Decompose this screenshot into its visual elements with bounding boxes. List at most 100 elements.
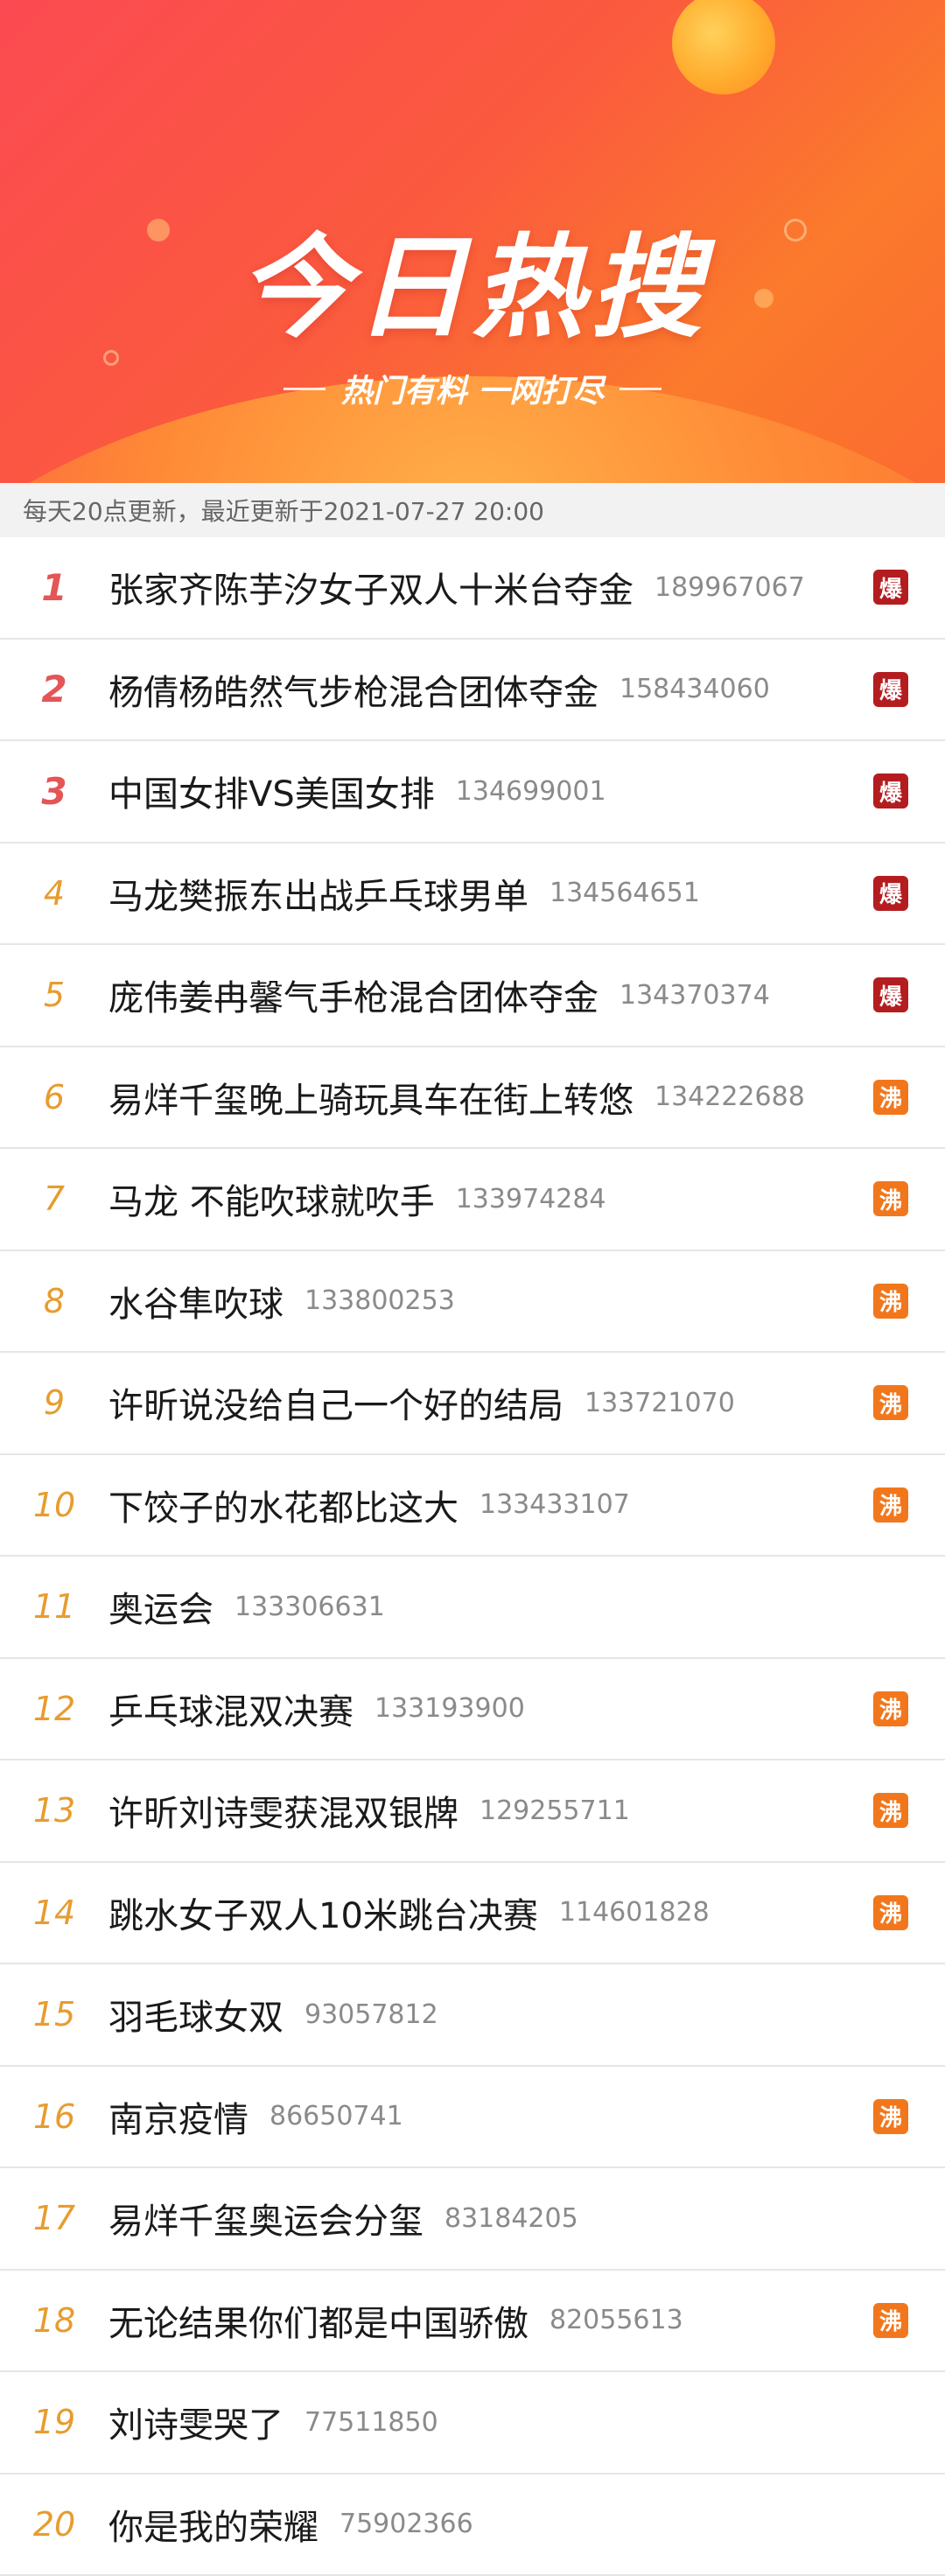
topic-title[interactable]: 下饺子的水花都比这大 bbox=[108, 1480, 458, 1530]
hot-search-row[interactable]: 4马龙樊振东出战乒乓球男单134564651爆 bbox=[0, 844, 945, 946]
heat-count: 83184205 bbox=[444, 2203, 578, 2234]
hot-search-row[interactable]: 13许昕刘诗雯获混双银牌 129255711 沸 bbox=[0, 1760, 945, 1863]
topic-title[interactable]: 刘诗雯哭了 bbox=[108, 2397, 284, 2447]
hot-search-row[interactable]: 12乒乓球混双决赛 133193900 沸 bbox=[0, 1659, 945, 1761]
hot-search-row[interactable]: 11奥运会 133306631 bbox=[0, 1557, 945, 1659]
hot-search-row[interactable]: 19刘诗雯哭了 77511850 bbox=[0, 2372, 945, 2474]
rank-number: 6 bbox=[0, 1078, 108, 1116]
rank-number: 20 bbox=[0, 2505, 108, 2544]
topic-title[interactable]: 你是我的荣耀 bbox=[108, 2499, 318, 2550]
hot-search-banner: 今日热搜 热门有料 一网打尽 bbox=[0, 0, 945, 483]
rank-number: 16 bbox=[0, 2097, 108, 2136]
heat-count: 114601828 bbox=[559, 1897, 710, 1928]
topic-title[interactable]: 易烊千玺奥运会分玺 bbox=[108, 2193, 424, 2244]
heat-count: 77511850 bbox=[304, 2407, 438, 2438]
boiling-badge: 沸 bbox=[873, 1488, 908, 1522]
explosive-badge: 爆 bbox=[873, 977, 908, 1012]
rank-number: 18 bbox=[0, 2301, 108, 2340]
banner-title: 今日热搜 bbox=[0, 197, 945, 359]
heat-count: 134370374 bbox=[620, 980, 770, 1011]
boiling-badge: 沸 bbox=[873, 2099, 908, 2134]
update-text: 每天20点更新，最近更新于2021-07-27 20:00 bbox=[23, 493, 544, 528]
topic-title[interactable]: 乒乓球混双决赛 bbox=[108, 1684, 354, 1734]
hot-search-row[interactable]: 16南京疫情 86650741 沸 bbox=[0, 2067, 945, 2169]
topic-title[interactable]: 庞伟姜冉馨气手枪混合团体夺金 bbox=[108, 970, 598, 1020]
heat-count: 93057812 bbox=[304, 1999, 438, 2030]
heat-count: 129255711 bbox=[480, 1796, 630, 1826]
hot-search-row[interactable]: 2杨倩杨皓然气步枪混合团体夺金158434060爆 bbox=[0, 640, 945, 742]
hot-search-row[interactable]: 14跳水女子双人10米跳台决赛114601828沸 bbox=[0, 1863, 945, 1965]
rank-number: 7 bbox=[0, 1180, 108, 1218]
topic-title[interactable]: 羽毛球女双 bbox=[108, 1989, 284, 2040]
heat-count: 133800253 bbox=[304, 1285, 455, 1316]
topic-title[interactable]: 许昕刘诗雯获混双银牌 bbox=[108, 1785, 458, 1836]
topic-title[interactable]: 马龙 不能吹球就吹手 bbox=[108, 1173, 435, 1224]
hot-search-list: 1张家齐陈芋汐女子双人十米台夺金189967067爆2杨倩杨皓然气步枪混合团体夺… bbox=[0, 537, 945, 2576]
hot-search-row[interactable]: 10下饺子的水花都比这大 133433107 沸 bbox=[0, 1455, 945, 1558]
boiling-badge: 沸 bbox=[873, 1895, 908, 1930]
hot-search-row[interactable]: 6易烊千玺晚上骑玩具车在街上转悠 134222688 沸 bbox=[0, 1047, 945, 1150]
explosive-badge: 爆 bbox=[873, 876, 908, 911]
topic-title[interactable]: 张家齐陈芋汐女子双人十米台夺金 bbox=[108, 562, 634, 612]
heat-count: 134222688 bbox=[654, 1082, 805, 1112]
rank-number: 15 bbox=[0, 1995, 108, 2034]
topic-title[interactable]: 马龙樊振东出战乒乓球男单 bbox=[108, 868, 528, 919]
rank-number: 13 bbox=[0, 1791, 108, 1830]
heat-count: 82055613 bbox=[550, 2305, 683, 2335]
heat-count: 134699001 bbox=[456, 776, 606, 807]
subtitle-divider bbox=[620, 388, 662, 390]
rank-number: 5 bbox=[0, 976, 108, 1014]
hot-search-row[interactable]: 17易烊千玺奥运会分玺 83184205 bbox=[0, 2168, 945, 2271]
heat-count: 133721070 bbox=[584, 1388, 735, 1418]
rank-number: 10 bbox=[0, 1486, 108, 1524]
boiling-badge: 沸 bbox=[873, 1284, 908, 1319]
topic-title[interactable]: 无论结果你们都是中国骄傲 bbox=[108, 2295, 528, 2346]
hot-search-row[interactable]: 5庞伟姜冉馨气手枪混合团体夺金 134370374 爆 bbox=[0, 945, 945, 1047]
heat-count: 133433107 bbox=[480, 1489, 630, 1520]
update-info-bar: 每天20点更新，最近更新于2021-07-27 20:00 bbox=[0, 483, 945, 537]
boiling-badge: 沸 bbox=[873, 1080, 908, 1115]
topic-title[interactable]: 水谷隼吹球 bbox=[108, 1276, 284, 1326]
heat-count: 133193900 bbox=[374, 1693, 525, 1724]
rank-number: 3 bbox=[0, 770, 108, 813]
boiling-badge: 沸 bbox=[873, 2303, 908, 2338]
rank-number: 8 bbox=[0, 1282, 108, 1320]
hot-search-row[interactable]: 18无论结果你们都是中国骄傲 82055613 沸 bbox=[0, 2271, 945, 2373]
rank-number: 11 bbox=[0, 1587, 108, 1626]
topic-title[interactable]: 杨倩杨皓然气步枪混合团体夺金 bbox=[108, 664, 598, 715]
topic-title[interactable]: 许昕说没给自己一个好的结局 bbox=[108, 1377, 564, 1428]
heat-count: 133306631 bbox=[234, 1592, 385, 1622]
hot-search-row[interactable]: 15羽毛球女双 93057812 bbox=[0, 1964, 945, 2067]
hot-search-row[interactable]: 3中国女排VS美国女排 134699001 爆 bbox=[0, 741, 945, 844]
boiling-badge: 沸 bbox=[873, 1691, 908, 1726]
heat-count: 86650741 bbox=[270, 2101, 403, 2132]
heat-count: 133974284 bbox=[456, 1184, 606, 1214]
topic-title[interactable]: 跳水女子双人10米跳台决赛 bbox=[108, 1887, 538, 1938]
topic-title[interactable]: 奥运会 bbox=[108, 1581, 214, 1632]
boiling-badge: 沸 bbox=[873, 1793, 908, 1828]
hot-search-row[interactable]: 20你是我的荣耀 75902366 bbox=[0, 2474, 945, 2576]
boiling-badge: 沸 bbox=[873, 1385, 908, 1420]
sun-decoration bbox=[672, 0, 775, 94]
topic-title[interactable]: 易烊千玺晚上骑玩具车在街上转悠 bbox=[108, 1072, 634, 1123]
hot-search-row[interactable]: 1张家齐陈芋汐女子双人十米台夺金189967067爆 bbox=[0, 537, 945, 640]
banner-subtitle-text: 热门有料 一网打尽 bbox=[341, 366, 605, 411]
topic-title[interactable]: 南京疫情 bbox=[108, 2091, 248, 2142]
heat-count: 189967067 bbox=[654, 572, 805, 603]
rank-number: 1 bbox=[0, 566, 108, 609]
rank-number: 12 bbox=[0, 1690, 108, 1728]
hot-search-row[interactable]: 7马龙 不能吹球就吹手133974284沸 bbox=[0, 1149, 945, 1251]
hot-search-row[interactable]: 8水谷隼吹球 133800253 沸 bbox=[0, 1251, 945, 1354]
rank-number: 17 bbox=[0, 2199, 108, 2237]
subtitle-divider bbox=[284, 388, 326, 390]
heat-count: 134564651 bbox=[550, 878, 700, 908]
rank-number: 19 bbox=[0, 2403, 108, 2441]
explosive-badge: 爆 bbox=[873, 774, 908, 808]
hot-search-row[interactable]: 9许昕说没给自己一个好的结局 133721070 沸 bbox=[0, 1353, 945, 1455]
heat-count: 75902366 bbox=[340, 2509, 473, 2539]
rank-number: 2 bbox=[0, 668, 108, 710]
topic-title[interactable]: 中国女排VS美国女排 bbox=[108, 766, 435, 816]
rank-number: 9 bbox=[0, 1383, 108, 1422]
explosive-badge: 爆 bbox=[873, 672, 908, 707]
banner-subtitle: 热门有料 一网打尽 bbox=[0, 366, 945, 411]
